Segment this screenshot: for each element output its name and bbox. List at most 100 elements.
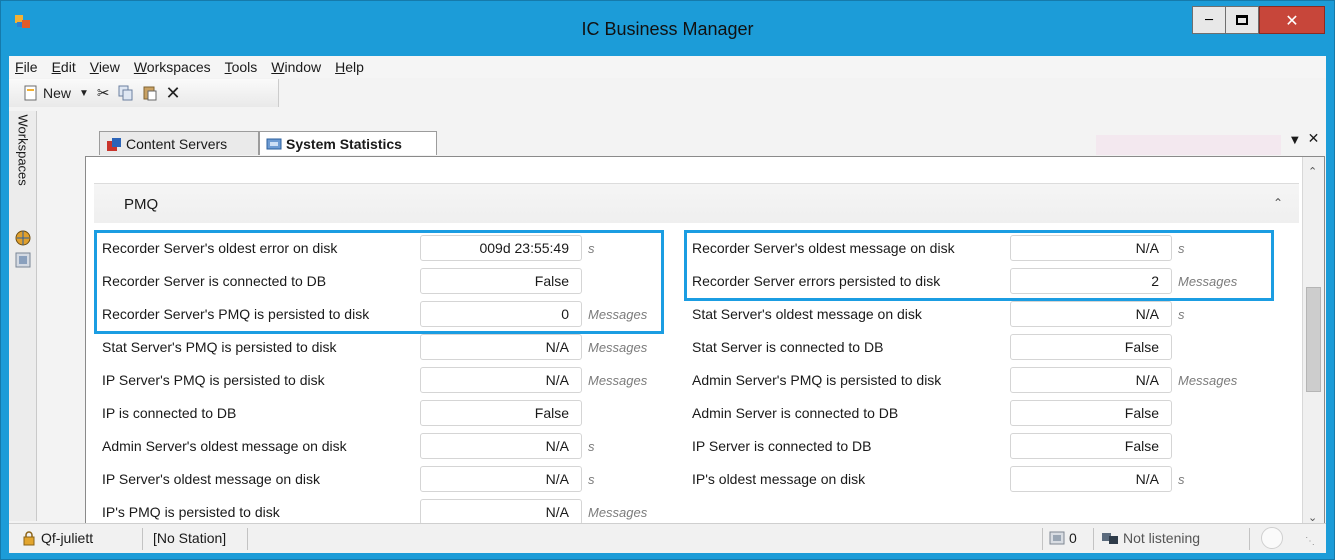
maximize-button[interactable] <box>1225 6 1259 34</box>
client-area: File Edit View Workspaces Tools Window H… <box>9 56 1326 553</box>
menu-tools[interactable]: Tools <box>225 59 258 75</box>
tab-system-statistics[interactable]: System Statistics <box>259 131 437 155</box>
stat-unit: Messages <box>588 306 648 322</box>
stat-row: Stat Server is connected to DB False <box>692 332 1178 362</box>
new-button[interactable]: New <box>23 85 71 101</box>
close-button[interactable]: ✕ <box>1259 6 1325 34</box>
stat-value: N/A <box>420 367 582 393</box>
stat-unit: Messages <box>588 339 648 355</box>
vertical-scrollbar[interactable]: ⌃ ⌄ <box>1302 157 1324 530</box>
stat-label: Recorder Server errors persisted to disk <box>692 273 941 289</box>
stat-row: IP is connected to DB False <box>102 398 588 428</box>
stat-row: Admin Server's oldest message on disk N/… <box>102 431 595 461</box>
statistics-view: PMQ ⌃ Recorder Server's oldest error on … <box>94 167 1299 527</box>
stat-label: Admin Server's PMQ is persisted to disk <box>692 372 942 388</box>
stat-label: IP Server is connected to DB <box>692 438 872 454</box>
stat-value: 0 <box>420 301 582 327</box>
workspaces-sidebar: Workspaces <box>9 111 37 521</box>
stat-unit: s <box>588 438 595 454</box>
stat-row: Recorder Server's oldest message on disk… <box>692 233 1185 263</box>
delete-icon[interactable]: ✕ <box>166 83 181 104</box>
stat-row: Admin Server's PMQ is persisted to disk … <box>692 365 1237 395</box>
close-icon: ✕ <box>1285 10 1299 30</box>
new-dropdown-arrow[interactable]: ▼ <box>79 88 89 99</box>
stat-label: Recorder Server's PMQ is persisted to di… <box>102 306 370 322</box>
queue-icon <box>1049 531 1065 545</box>
stat-row: Recorder Server's oldest error on disk 0… <box>102 233 595 263</box>
resize-grip-icon[interactable]: ⋱ <box>1305 536 1315 547</box>
listening-status[interactable]: Not listening <box>1101 530 1200 546</box>
menu-window[interactable]: Window <box>271 59 321 75</box>
workspace-globe-icon[interactable] <box>14 229 32 247</box>
workspace-document-icon[interactable] <box>14 251 32 269</box>
stat-label: Recorder Server's oldest error on disk <box>102 240 338 256</box>
stat-row: Admin Server is connected to DB False <box>692 398 1178 428</box>
close-tab-icon[interactable]: ✕ <box>1308 131 1320 147</box>
app-window: IC Business Manager ─ ✕ File Edit View W… <box>0 0 1335 560</box>
station-status[interactable]: [No Station] <box>153 530 226 546</box>
stat-value: False <box>1010 433 1172 459</box>
copy-icon[interactable] <box>118 85 134 101</box>
stat-row: Stat Server's oldest message on disk N/A… <box>692 299 1185 329</box>
status-bar: Qf-juliett [No Station] 0 Not listening … <box>9 523 1326 553</box>
stat-label: IP's oldest message on disk <box>692 471 866 487</box>
cut-icon[interactable]: ✂ <box>97 84 110 102</box>
stat-label: Stat Server's PMQ is persisted to disk <box>102 339 337 355</box>
queue-count[interactable]: 0 <box>1049 530 1077 546</box>
menu-edit[interactable]: Edit <box>52 59 76 75</box>
stat-value: N/A <box>1010 235 1172 261</box>
tab-list-dropdown-icon[interactable]: ▼ <box>1291 135 1299 146</box>
stat-value: N/A <box>1010 466 1172 492</box>
window-title: IC Business Manager <box>581 19 754 39</box>
new-document-icon <box>24 85 37 101</box>
toolbar: New ▼ ✂ ✕ <box>9 79 279 107</box>
stat-value: False <box>420 268 582 294</box>
paste-icon[interactable] <box>142 85 158 101</box>
stat-unit: s <box>588 471 595 487</box>
stat-row: Recorder Server's PMQ is persisted to di… <box>102 299 647 329</box>
status-separator <box>1093 528 1094 550</box>
stat-label: Recorder Server's oldest message on disk <box>692 240 955 256</box>
stat-row: Stat Server's PMQ is persisted to disk N… <box>102 332 647 362</box>
menu-help[interactable]: Help <box>335 59 364 75</box>
collapse-icon[interactable]: ⌃ <box>1273 196 1283 210</box>
user-status[interactable]: Qf-juliett <box>21 530 93 546</box>
stat-row: IP's oldest message on disk N/A s <box>692 464 1185 494</box>
menu-workspaces[interactable]: Workspaces <box>134 59 211 75</box>
stat-unit: Messages <box>1178 273 1238 289</box>
menu-file[interactable]: File <box>15 59 38 75</box>
stat-label: IP's PMQ is persisted to disk <box>102 504 280 520</box>
maximize-icon <box>1236 15 1248 25</box>
status-circle-icon <box>1261 527 1283 549</box>
stat-unit: Messages <box>588 372 648 388</box>
scroll-thumb[interactable] <box>1306 287 1321 392</box>
stat-label: IP Server's oldest message on disk <box>102 471 320 487</box>
scroll-up-icon[interactable]: ⌃ <box>1308 165 1317 178</box>
tab-controls: ▼ ✕ <box>1291 131 1319 147</box>
section-title: PMQ <box>124 196 159 213</box>
content-servers-icon <box>107 138 121 151</box>
pmq-section-header[interactable]: PMQ ⌃ <box>94 183 1299 223</box>
stat-row: IP Server is connected to DB False <box>692 431 1178 461</box>
menu-view[interactable]: View <box>90 59 120 75</box>
stat-value: 009d 23:55:49 <box>420 235 582 261</box>
stat-value: 2 <box>1010 268 1172 294</box>
status-indicator <box>1261 527 1283 549</box>
stat-label: Admin Server's oldest message on disk <box>102 438 347 454</box>
minimize-button[interactable]: ─ <box>1192 6 1226 34</box>
stat-label: Stat Server's oldest message on disk <box>692 306 922 322</box>
stat-label: IP is connected to DB <box>102 405 237 421</box>
stat-unit: s <box>588 240 595 256</box>
stat-value: N/A <box>1010 301 1172 327</box>
menu-bar: File Edit View Workspaces Tools Window H… <box>9 56 1326 78</box>
title-bar[interactable]: IC Business Manager ─ ✕ <box>1 1 1334 56</box>
tab-content-servers[interactable]: Content Servers <box>99 131 259 155</box>
status-separator <box>142 528 143 550</box>
workspaces-tab[interactable]: Workspaces <box>13 115 33 217</box>
stat-value: N/A <box>420 334 582 360</box>
stat-unit: s <box>1178 240 1185 256</box>
system-statistics-icon <box>266 138 282 150</box>
document-area: Content Servers System Statistics ▼ ✕ PM… <box>71 126 1326 531</box>
stat-value: False <box>1010 334 1172 360</box>
stat-label: Stat Server is connected to DB <box>692 339 884 355</box>
